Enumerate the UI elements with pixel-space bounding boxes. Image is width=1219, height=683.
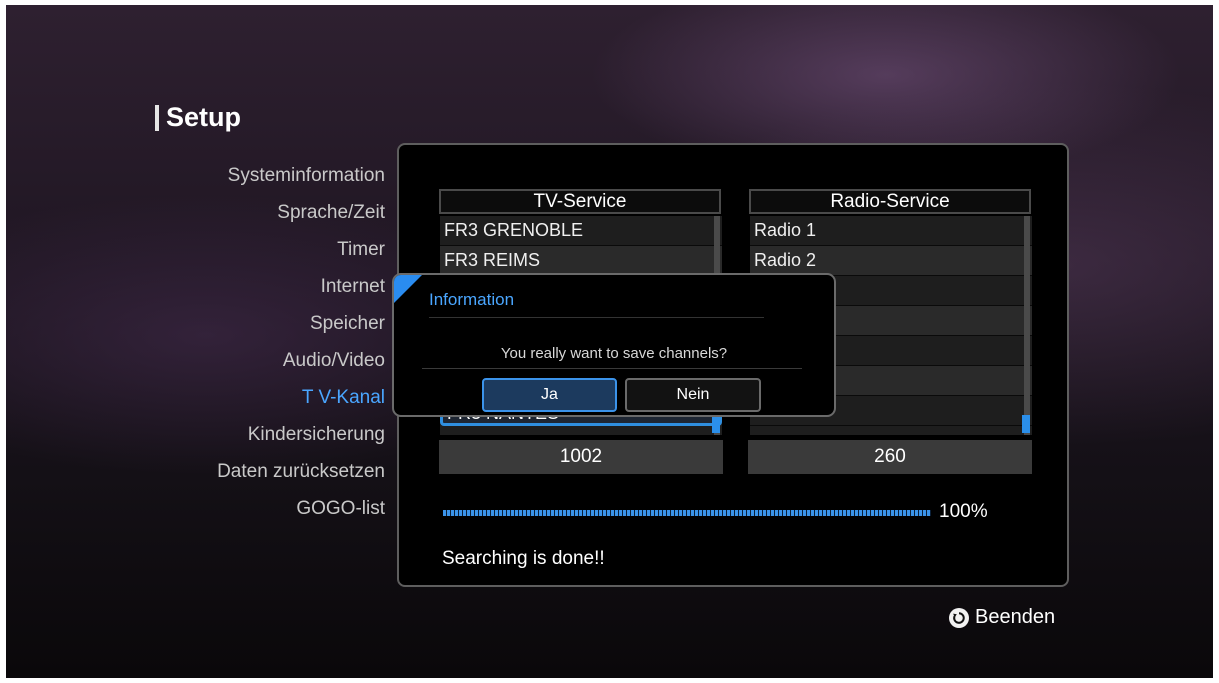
tv-list-scroll-thumb[interactable] xyxy=(712,415,720,433)
back-circle-icon xyxy=(949,607,969,628)
exit-button[interactable]: Beenden xyxy=(949,606,1055,629)
radio-channel-row[interactable]: Radio 1 xyxy=(750,216,1032,246)
dialog-divider xyxy=(429,317,764,318)
menu-item-internet[interactable]: Internet xyxy=(217,276,385,313)
menu-item-gogo-list[interactable]: GOGO-list xyxy=(217,498,385,535)
dialog-message: You really want to save channels? xyxy=(500,345,728,362)
scan-status-text: Searching is done!! xyxy=(442,548,605,569)
tv-channel-row[interactable]: FR3 GRENOBLE xyxy=(440,216,722,246)
save-channels-dialog: Information You really want to save chan… xyxy=(392,273,836,417)
menu-item-speicher[interactable]: Speicher xyxy=(217,313,385,350)
menu-item-sprache-zeit[interactable]: Sprache/Zeit xyxy=(217,202,385,239)
scan-progress-bar xyxy=(443,510,931,516)
yes-button[interactable]: Ja xyxy=(482,378,617,412)
menu-item-daten-zuruecksetzen[interactable]: Daten zurücksetzen xyxy=(217,461,385,498)
tv-channel-row[interactable]: FR3 REIMS xyxy=(440,246,722,276)
tv-screen: Setup Systeminformation Sprache/Zeit Tim… xyxy=(6,5,1213,678)
menu-item-systeminformation[interactable]: Systeminformation xyxy=(217,165,385,202)
radio-list-scroll-thumb[interactable] xyxy=(1022,415,1030,433)
exit-label: Beenden xyxy=(975,606,1056,628)
radio-channel-row[interactable]: Radio 2 xyxy=(750,246,1032,276)
menu-item-tv-kanal[interactable]: T V-Kanal xyxy=(217,387,385,424)
menu-item-kindersicherung[interactable]: Kindersicherung xyxy=(217,424,385,461)
dialog-corner-accent xyxy=(394,275,422,303)
page-title: Setup xyxy=(166,102,242,132)
menu-item-audio-video[interactable]: Audio/Video xyxy=(217,350,385,387)
radio-list-scrollbar[interactable] xyxy=(1024,216,1030,435)
scan-progress-percent: 100% xyxy=(939,501,988,522)
radio-service-header: Radio-Service xyxy=(749,189,1031,214)
radio-channel-count: 260 xyxy=(748,440,1032,474)
title-marker xyxy=(155,105,159,131)
menu-item-timer[interactable]: Timer xyxy=(217,239,385,276)
tv-channel-count: 1002 xyxy=(439,440,723,474)
no-button[interactable]: Nein xyxy=(625,378,761,412)
tv-service-header: TV-Service xyxy=(439,189,721,214)
dialog-divider xyxy=(422,368,802,369)
scan-progress-fill xyxy=(443,510,931,516)
setup-menu: Systeminformation Sprache/Zeit Timer Int… xyxy=(217,165,385,535)
dialog-title: Information xyxy=(429,290,515,309)
